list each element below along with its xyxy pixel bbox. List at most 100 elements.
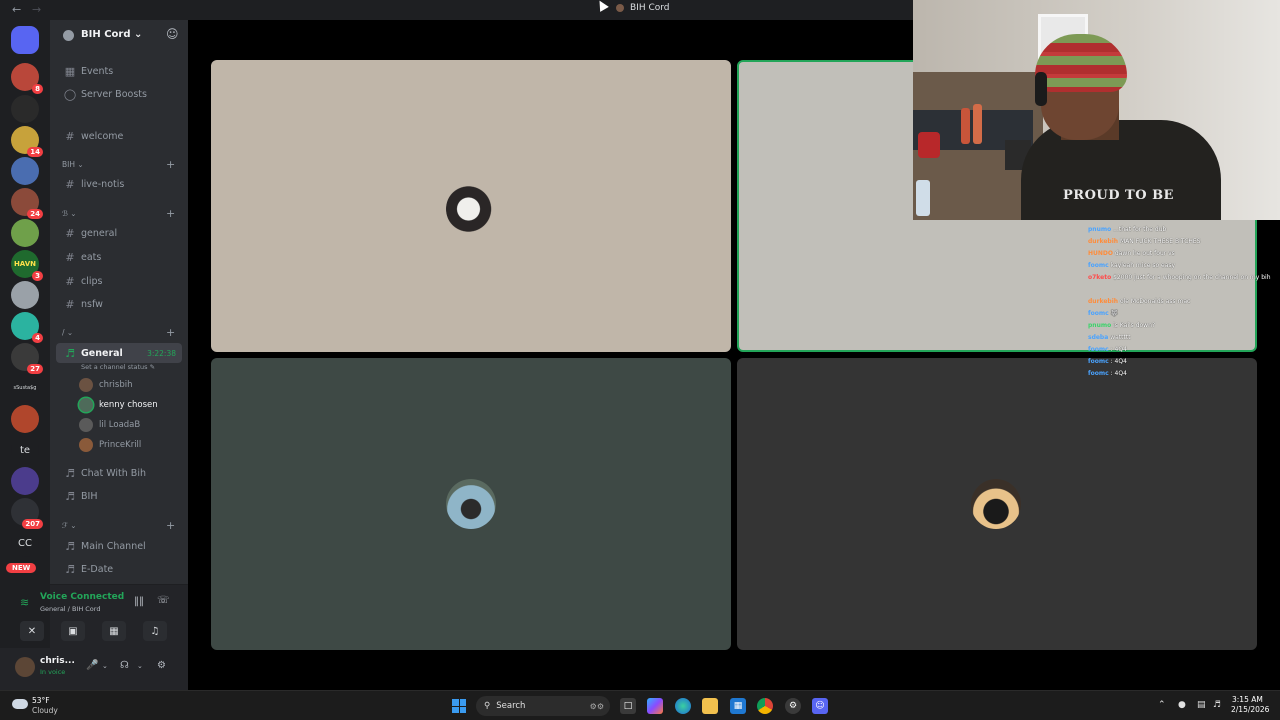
task-view-icon[interactable]: □: [620, 698, 636, 714]
discord-icon[interactable]: ☺: [812, 698, 828, 714]
participant-tile[interactable]: [737, 358, 1257, 650]
headphones-icon[interactable]: ☊: [120, 660, 129, 671]
category-3[interactable]: / ⌄: [62, 328, 73, 337]
server-icon-server-3[interactable]: 14: [11, 126, 43, 157]
store-icon[interactable]: ▦: [730, 698, 746, 714]
server-name[interactable]: BIH Cord ⌄: [81, 29, 142, 40]
participant-tile[interactable]: [211, 358, 731, 650]
chat-username: foomc: [1088, 310, 1109, 317]
copilot-icon[interactable]: [647, 698, 663, 714]
windows-logo-pane: [452, 699, 459, 706]
noise-suppression-icon[interactable]: ‖‖: [134, 596, 144, 607]
server-icon-server-10[interactable]: 27: [11, 343, 43, 374]
gear-icon[interactable]: ⚙: [157, 660, 166, 671]
add-channel-icon[interactable]: +: [166, 207, 175, 220]
user-name[interactable]: chris...: [40, 656, 75, 666]
channel-nsfw[interactable]: # nsfw: [56, 294, 182, 314]
voice-connected-subtitle[interactable]: General / BIH Cord: [40, 605, 100, 613]
microphone-icon[interactable]: 🎤: [86, 660, 98, 671]
server-icon-server-6[interactable]: [11, 219, 39, 247]
channel-label: Chat With Bih: [81, 467, 146, 479]
chat-username: foomc: [1088, 346, 1109, 353]
voice-connected-title[interactable]: Voice Connected: [40, 592, 124, 602]
chat-username: pnumo: [1088, 322, 1112, 329]
hash-icon: #: [65, 250, 75, 264]
server-icon-server-14[interactable]: [11, 467, 39, 495]
server-icon-server-11[interactable]: sSusta$g: [11, 374, 39, 402]
weather-temperature[interactable]: 53°F: [32, 696, 50, 705]
chevron-down-icon[interactable]: ⌄: [137, 662, 143, 670]
weather-condition[interactable]: Cloudy: [32, 706, 58, 715]
server-icon-server-13[interactable]: te: [11, 436, 39, 464]
add-channel-icon[interactable]: +: [166, 326, 175, 339]
server-icon-server-5[interactable]: 24: [11, 188, 43, 219]
voice-user[interactable]: chrisbih: [79, 376, 133, 394]
camera-off-icon[interactable]: ✕: [20, 621, 44, 641]
channel-general[interactable]: # general: [56, 223, 182, 243]
category-2[interactable]: ℬ ⌄: [62, 209, 77, 218]
forward-arrow-icon[interactable]: →: [32, 3, 41, 16]
server-header[interactable]: BIH Cord ⌄ ☺: [50, 20, 188, 52]
category-bih[interactable]: BIH ⌄: [62, 160, 84, 169]
server-icon-server-2[interactable]: [11, 95, 39, 123]
voice-user[interactable]: PrinceKrill: [79, 436, 141, 454]
clock-date[interactable]: 2/15/2026: [1231, 705, 1269, 714]
volume-icon[interactable]: ♬: [1213, 700, 1221, 710]
voice-user-name: lil LoadaB: [99, 420, 141, 430]
signal-bars-icon[interactable]: ≋: [20, 596, 29, 609]
chevron-down-icon[interactable]: ⌄: [102, 662, 108, 670]
sidebar-item-server-boosts[interactable]: ◯ Server Boosts: [56, 84, 182, 104]
add-channel-icon[interactable]: +: [166, 158, 175, 171]
cloud-icon[interactable]: [12, 699, 28, 709]
activities-icon[interactable]: ▦: [102, 621, 126, 641]
microphone-tray-icon[interactable]: ●: [1178, 700, 1186, 710]
server-icon-server-16[interactable]: CC: [11, 529, 39, 557]
channel-eats[interactable]: # eats: [56, 247, 182, 267]
sidebar-item-events[interactable]: ▦ Events: [56, 61, 182, 81]
server-icon-server-1[interactable]: 8: [11, 63, 43, 94]
voice-user[interactable]: lil LoadaB: [79, 416, 140, 434]
network-icon[interactable]: ▤: [1197, 700, 1206, 710]
chat-text: ...that for the dub: [1113, 226, 1167, 233]
disconnect-icon[interactable]: ☏: [157, 595, 170, 606]
file-explorer-icon[interactable]: [702, 698, 718, 714]
server-icon-server-8[interactable]: [11, 281, 39, 309]
search-box[interactable]: ⚲ Search ⚙⚙: [476, 696, 610, 716]
channel-welcome[interactable]: # welcome: [56, 126, 182, 146]
add-channel-icon[interactable]: +: [166, 519, 175, 532]
voice-channel-bih[interactable]: ♬ BIH: [56, 486, 182, 506]
server-icon-discord-home[interactable]: [11, 26, 39, 54]
chat-text: 🐺: [1110, 310, 1119, 317]
start-button[interactable]: [452, 699, 466, 713]
chevron-up-icon[interactable]: ⌃: [1158, 700, 1166, 710]
channel-clips[interactable]: # clips: [56, 271, 182, 291]
participant-tile[interactable]: [211, 60, 731, 352]
clock-time[interactable]: 3:15 AM: [1232, 695, 1263, 704]
edge-icon[interactable]: [675, 698, 691, 714]
voice-timer: 3:22:38: [147, 348, 176, 358]
server-icon-server-12[interactable]: [11, 405, 39, 433]
new-badge[interactable]: NEW: [6, 563, 37, 573]
channel-live-notis[interactable]: # live-notis: [56, 174, 182, 194]
add-member-icon[interactable]: ☺: [166, 27, 179, 41]
voice-channel-general[interactable]: ♬ General 3:22:38: [56, 343, 182, 363]
chrome-icon[interactable]: [757, 698, 773, 714]
chat-username: durkebih: [1088, 238, 1119, 245]
category-4[interactable]: ℱ ⌄: [62, 521, 77, 530]
server-icon-server-7[interactable]: HAVN 3: [11, 250, 43, 281]
voice-channel-chat-with-bih[interactable]: ♬ Chat With Bih: [56, 463, 182, 483]
screen-share-icon[interactable]: ▣: [61, 621, 85, 641]
voice-user[interactable]: kenny chosen: [79, 396, 158, 414]
avatar[interactable]: [15, 657, 35, 677]
channel-status-prompt[interactable]: Set a channel status ✎: [81, 363, 155, 371]
app-icon[interactable]: ⚙: [785, 698, 801, 714]
channel-label: eats: [81, 251, 102, 263]
server-icon-server-4[interactable]: [11, 157, 39, 185]
voice-channel-e-date[interactable]: ♬ E-Date: [56, 559, 182, 579]
server-icon-server-9[interactable]: 4: [11, 312, 43, 343]
back-arrow-icon[interactable]: ←: [12, 3, 21, 16]
channel-label: E-Date: [81, 563, 114, 575]
server-icon-server-15[interactable]: 207: [11, 498, 43, 529]
voice-channel-main[interactable]: ♬ Main Channel: [56, 536, 182, 556]
soundboard-icon[interactable]: ♫: [143, 621, 167, 641]
